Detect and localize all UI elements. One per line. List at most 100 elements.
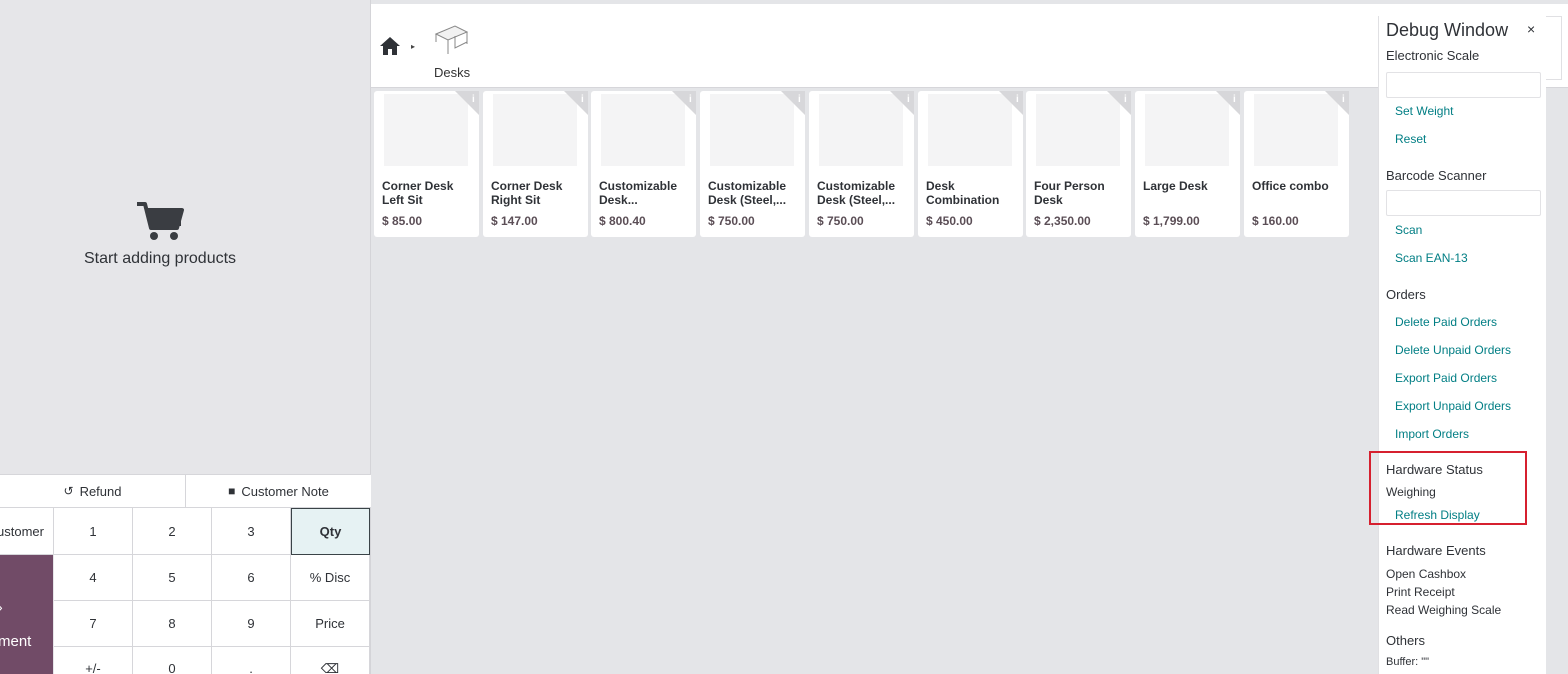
breadcrumb-arrow-icon: ▸ bbox=[411, 42, 416, 51]
empty-cart: Start adding products bbox=[0, 200, 320, 268]
delete-paid-orders-link[interactable]: Delete Paid Orders bbox=[1395, 315, 1497, 329]
buffer-value: Buffer: "" bbox=[1386, 656, 1430, 668]
debug-window-title: Debug Window bbox=[1386, 20, 1509, 40]
scan-link[interactable]: Scan bbox=[1395, 223, 1422, 237]
info-icon[interactable]: i bbox=[672, 91, 696, 115]
product-price: $ 85.00 bbox=[382, 214, 423, 228]
info-icon[interactable]: i bbox=[1107, 91, 1131, 115]
product-card[interactable]: i Office combo $ 160.00 bbox=[1244, 91, 1349, 237]
numpad-key-4[interactable]: 4 bbox=[54, 555, 133, 601]
product-card[interactable]: i Corner Desk Left Sit $ 85.00 bbox=[374, 91, 479, 237]
svg-text:i: i bbox=[472, 94, 475, 105]
delete-unpaid-orders-link[interactable]: Delete Unpaid Orders bbox=[1395, 343, 1511, 357]
highlight-box bbox=[1369, 451, 1527, 525]
import-orders-link[interactable]: Import Orders bbox=[1395, 427, 1469, 441]
product-card[interactable]: i Large Desk $ 1,799.00 bbox=[1135, 91, 1240, 237]
numpad: ustomer 1 2 3 Qty 4 5 6 % Disc 7 8 9 Pri… bbox=[0, 508, 371, 674]
info-icon[interactable]: i bbox=[781, 91, 805, 115]
product-name: Customizable Desk (Steel,... bbox=[708, 179, 787, 207]
price-mode-button[interactable]: Price bbox=[291, 601, 370, 647]
product-price: $ 2,350.00 bbox=[1034, 214, 1091, 228]
export-paid-orders-link[interactable]: Export Paid Orders bbox=[1395, 371, 1497, 385]
read-weighing-scale-event: Read Weighing Scale bbox=[1386, 603, 1502, 617]
numpad-key-plus-minus[interactable]: +/- bbox=[54, 647, 133, 674]
set-weight-link[interactable]: Set Weight bbox=[1395, 104, 1453, 118]
export-unpaid-orders-link[interactable]: Export Unpaid Orders bbox=[1395, 399, 1511, 413]
product-name: Desk Combination bbox=[926, 179, 1000, 207]
note-icon: ■ bbox=[228, 484, 236, 498]
product-price: $ 147.00 bbox=[491, 214, 538, 228]
numpad-key-2[interactable]: 2 bbox=[133, 508, 212, 555]
home-icon[interactable] bbox=[379, 36, 401, 56]
numpad-key-7[interactable]: 7 bbox=[54, 601, 133, 647]
svg-text:i: i bbox=[1016, 94, 1019, 105]
numpad-key-decimal[interactable]: . bbox=[212, 647, 291, 674]
svg-text:i: i bbox=[1124, 94, 1127, 105]
customer-note-button[interactable]: ■ Customer Note bbox=[185, 475, 371, 507]
svg-text:i: i bbox=[798, 94, 801, 105]
reset-link[interactable]: Reset bbox=[1395, 132, 1426, 146]
product-card[interactable]: i Customizable Desk (Steel,... $ 750.00 bbox=[809, 91, 914, 237]
numpad-key-9[interactable]: 9 bbox=[212, 601, 291, 647]
product-name: Corner Desk Left Sit bbox=[382, 179, 454, 207]
category-desks-label[interactable]: Desks bbox=[434, 65, 470, 80]
svg-text:i: i bbox=[907, 94, 910, 105]
customer-button[interactable]: ustomer bbox=[0, 508, 54, 555]
barcode-scanner-heading: Barcode Scanner bbox=[1386, 168, 1487, 183]
customer-label: ustomer bbox=[0, 523, 44, 539]
numpad-key-3[interactable]: 3 bbox=[212, 508, 291, 555]
info-icon[interactable]: i bbox=[455, 91, 479, 115]
empty-cart-message: Start adding products bbox=[83, 250, 237, 267]
payment-button[interactable]: › ment bbox=[0, 555, 53, 674]
product-price: $ 160.00 bbox=[1252, 214, 1299, 228]
shopping-cart-icon bbox=[137, 202, 184, 240]
numpad-key-1[interactable]: 1 bbox=[54, 508, 133, 555]
numpad-key-5[interactable]: 5 bbox=[133, 555, 212, 601]
backspace-button[interactable]: ⌫ bbox=[291, 647, 370, 674]
numpad-key-8[interactable]: 8 bbox=[133, 601, 212, 647]
svg-text:i: i bbox=[1233, 94, 1236, 105]
product-name: Four Person Desk bbox=[1034, 179, 1105, 207]
info-icon[interactable]: i bbox=[1325, 91, 1349, 115]
product-card[interactable]: i Desk Combination $ 450.00 bbox=[918, 91, 1023, 237]
refund-button[interactable]: ↺ Refund bbox=[0, 475, 185, 507]
scan-ean13-link[interactable]: Scan EAN-13 bbox=[1395, 251, 1468, 265]
info-icon[interactable]: i bbox=[999, 91, 1023, 115]
svg-text:i: i bbox=[1342, 94, 1345, 105]
numpad-key-0[interactable]: 0 bbox=[133, 647, 212, 674]
info-icon[interactable]: i bbox=[1216, 91, 1240, 115]
product-name: Corner Desk Right Sit bbox=[491, 179, 563, 207]
discount-mode-button[interactable]: % Disc bbox=[291, 555, 370, 601]
desk-category-icon[interactable] bbox=[433, 22, 469, 56]
payment-label: ment bbox=[0, 633, 32, 650]
debug-window: Debug Window × Electronic Scale Set Weig… bbox=[1378, 16, 1546, 674]
print-receipt-event: Print Receipt bbox=[1386, 585, 1455, 599]
refund-label: Refund bbox=[79, 483, 122, 499]
product-card[interactable]: i Customizable Desk (Steel,... $ 750.00 bbox=[700, 91, 805, 237]
product-card[interactable]: i Corner Desk Right Sit $ 147.00 bbox=[483, 91, 588, 237]
product-name: Customizable Desk... bbox=[599, 179, 678, 207]
info-icon[interactable]: i bbox=[564, 91, 588, 115]
orders-heading: Orders bbox=[1386, 287, 1426, 302]
product-card[interactable]: i Four Person Desk $ 2,350.00 bbox=[1026, 91, 1131, 237]
product-price: $ 1,799.00 bbox=[1143, 214, 1200, 228]
product-name: Customizable Desk (Steel,... bbox=[817, 179, 896, 207]
barcode-input[interactable] bbox=[1386, 190, 1541, 216]
info-icon[interactable]: i bbox=[890, 91, 914, 115]
numpad-key-6[interactable]: 6 bbox=[212, 555, 291, 601]
order-actions: ↺ Refund ■ Customer Note bbox=[0, 474, 371, 508]
product-name: Office combo bbox=[1252, 179, 1329, 193]
svg-text:i: i bbox=[581, 94, 584, 105]
undo-icon: ↺ bbox=[63, 484, 74, 498]
customer-note-label: Customer Note bbox=[241, 483, 329, 499]
product-price: $ 450.00 bbox=[926, 214, 973, 228]
order-pane: Start adding products ↺ Refund ■ Custome… bbox=[0, 0, 371, 674]
svg-text:i: i bbox=[689, 94, 692, 105]
close-icon[interactable]: × bbox=[1527, 21, 1535, 37]
chevron-right-icon: › bbox=[0, 599, 3, 615]
weight-input[interactable] bbox=[1386, 72, 1541, 98]
hardware-events-heading: Hardware Events bbox=[1386, 543, 1486, 558]
qty-mode-button[interactable]: Qty bbox=[291, 508, 370, 555]
electronic-scale-heading: Electronic Scale bbox=[1386, 48, 1480, 63]
product-card[interactable]: i Customizable Desk... $ 800.40 bbox=[591, 91, 696, 237]
